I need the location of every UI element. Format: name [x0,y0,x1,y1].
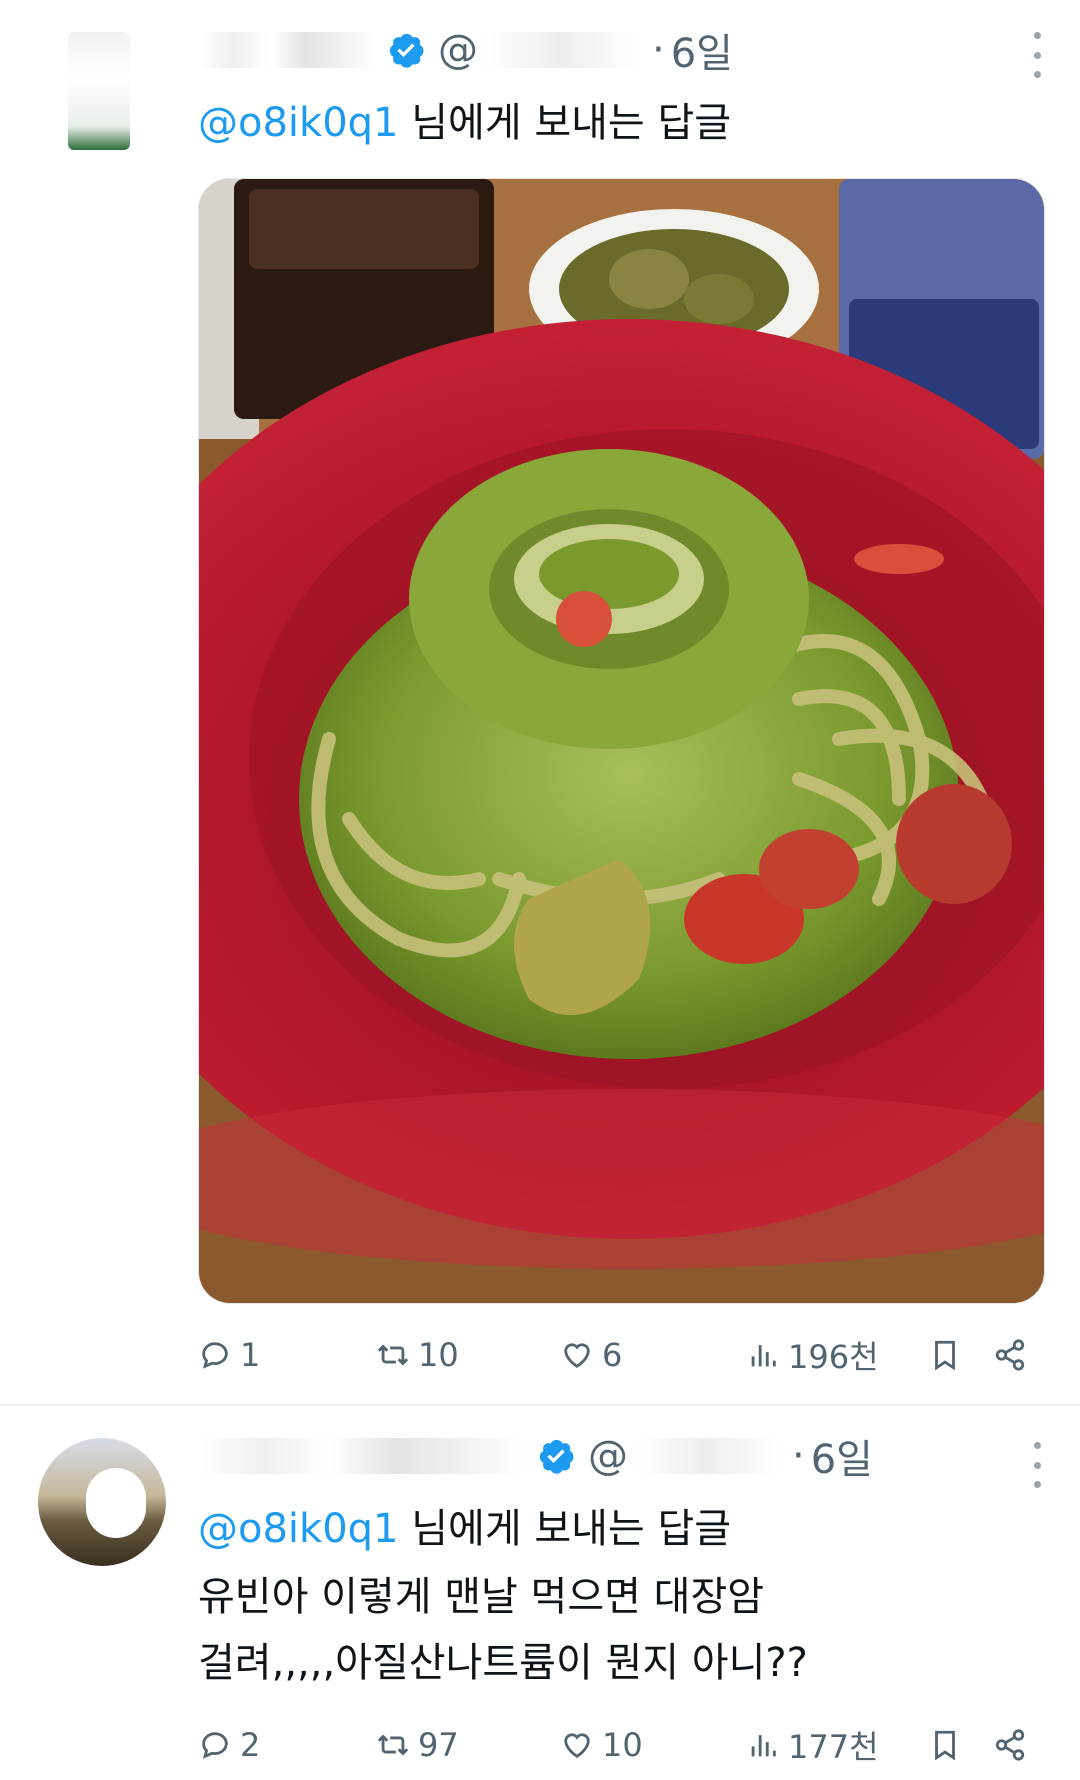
tweet-image[interactable] [198,178,1045,1304]
reply-count: 1 [240,1336,261,1374]
bookmark-button[interactable] [928,1728,962,1762]
like-icon [564,1733,590,1759]
reply-button[interactable]: 2 [198,1726,260,1764]
reply-icon [202,1732,228,1759]
like-button[interactable]: 10 [560,1726,643,1764]
separator-dot: · [792,1433,805,1479]
bookmark-icon [935,1730,955,1761]
like-icon [564,1343,590,1369]
avatar[interactable] [38,1438,166,1566]
display-name[interactable] [198,1438,528,1474]
retweet-button[interactable]: 10 [376,1336,459,1374]
handle[interactable]: @ [588,1433,628,1479]
timestamp[interactable]: 6일 [811,1427,873,1485]
tweet-header: @ · 6일 [198,20,1050,80]
tweet-actions: 1 10 6 196천 [198,1330,1036,1380]
replying-label: 님에게 보내는 답글 [398,100,732,146]
retweet-button[interactable]: 97 [376,1726,459,1764]
mention-link[interactable]: @o8ik0q1 [198,100,399,146]
reply-button[interactable]: 1 [198,1336,260,1374]
tweet-text: 유빈아 이렇게 맨날 먹으면 대장암 걸려,,,,,아질산나트륨이 뭔지 아니?… [198,1564,1038,1696]
share-button[interactable] [993,1338,1027,1372]
retweet-count: 10 [418,1336,459,1374]
retweet-icon [377,1734,409,1756]
views-icon [751,1735,776,1757]
handle[interactable]: @ [438,27,478,73]
like-count: 6 [602,1336,623,1374]
reply-count: 2 [240,1726,261,1764]
replying-label: 님에게 보내는 답글 [398,1506,732,1552]
more-icon[interactable] [1030,32,1044,78]
views-button[interactable]: 196천 [746,1332,879,1378]
replying-to: @o8ik0q1 님에게 보내는 답글 [198,90,731,148]
verified-badge-icon [539,1439,574,1474]
share-button[interactable] [993,1728,1027,1762]
verified-badge-icon [389,33,424,68]
bookmark-button[interactable] [928,1338,962,1372]
reply-icon [202,1342,228,1369]
bookmark-icon [935,1340,955,1371]
retweet-count: 97 [418,1726,459,1764]
retweet-icon [377,1344,409,1366]
views-icon [751,1345,776,1367]
tweet-actions: 2 97 10 177천 [198,1720,1036,1770]
timestamp[interactable]: 6일 [671,21,733,79]
handle-redacted [632,1438,782,1474]
separator-dot: · [652,27,665,73]
mention-link[interactable]: @o8ik0q1 [198,1506,399,1552]
tweet-header: @ · 6일 [198,1426,1050,1486]
views-count: 177천 [788,1728,879,1766]
like-button[interactable]: 6 [560,1336,622,1374]
tweet-2[interactable]: @ · 6일 @o8ik0q1 님에게 보내는 답글 유빈아 이렇게 맨날 먹으… [0,1406,1080,1780]
replying-to: @o8ik0q1 님에게 보내는 답글 [198,1496,731,1554]
views-button[interactable]: 177천 [746,1722,879,1768]
like-count: 10 [602,1726,643,1764]
tweet-text-line: 걸려,,,,,아질산나트륨이 뭔지 아니?? [198,1640,808,1686]
avatar[interactable] [68,32,130,150]
handle-redacted [482,32,642,68]
tweet-text-line: 유빈아 이렇게 맨날 먹으면 대장암 [198,1574,765,1620]
display-name[interactable] [198,32,378,68]
tweet-1[interactable]: @ · 6일 @o8ik0q1 님에게 보내는 답글 1 10 6 196천 [0,0,1080,1405]
views-count: 196천 [788,1338,879,1376]
share-icon [995,1339,1025,1371]
pasta-photo [199,179,1044,1303]
share-icon [995,1729,1025,1761]
more-icon[interactable] [1030,1442,1044,1488]
